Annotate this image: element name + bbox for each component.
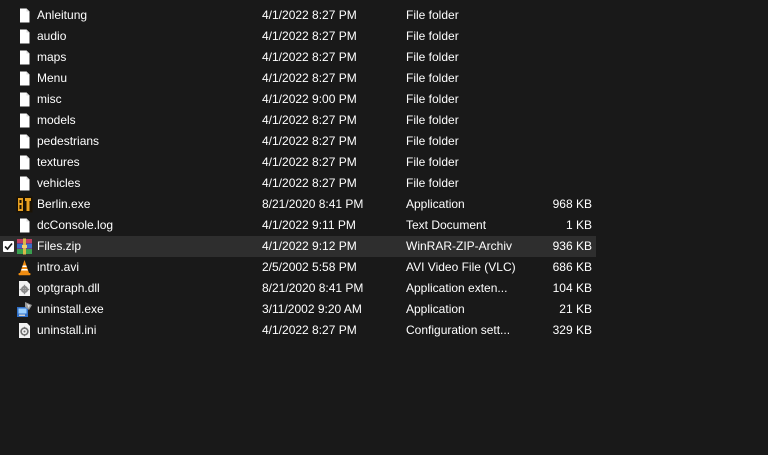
file-size: 686 KB — [552, 260, 592, 274]
file-row[interactable]: misc 4/1/2022 9:00 PM File folder — [0, 89, 596, 110]
file-name: dcConsole.log — [37, 218, 114, 232]
file-row[interactable]: models 4/1/2022 8:27 PM File folder — [0, 110, 596, 131]
document-icon — [16, 49, 33, 66]
file-type: File folder — [406, 8, 459, 22]
file-row[interactable]: uninstall.exe 3/11/2002 9:20 AM Applicatio… — [0, 299, 596, 320]
file-type: File folder — [406, 29, 459, 43]
uninstaller-icon — [16, 301, 33, 318]
berlin-app-icon — [16, 196, 33, 213]
file-name: intro.avi — [37, 260, 80, 274]
file-date-modified: 4/1/2022 8:27 PM — [262, 323, 357, 337]
file-date-modified: 4/1/2022 8:27 PM — [262, 8, 357, 22]
file-date-modified: 4/1/2022 9:00 PM — [262, 92, 357, 106]
file-size: 21 KB — [559, 302, 592, 316]
file-name: maps — [37, 50, 67, 64]
document-icon — [16, 28, 33, 45]
file-date-modified: 4/1/2022 8:27 PM — [262, 71, 357, 85]
file-name: pedestrians — [37, 134, 100, 148]
dll-gear-icon — [16, 280, 33, 297]
file-type: File folder — [406, 176, 459, 190]
file-date-modified: 4/1/2022 8:27 PM — [262, 29, 357, 43]
file-type: File folder — [406, 134, 459, 148]
file-date-modified: 8/21/2020 8:41 PM — [262, 281, 364, 295]
file-row[interactable]: Menu 4/1/2022 8:27 PM File folder — [0, 68, 596, 89]
file-name: optgraph.dll — [37, 281, 100, 295]
file-size: 329 KB — [552, 323, 592, 337]
file-type: Application — [406, 302, 465, 316]
file-type: File folder — [406, 92, 459, 106]
file-size: 936 KB — [552, 239, 592, 253]
file-size: 104 KB — [552, 281, 592, 295]
file-row[interactable]: Anleitung 4/1/2022 8:27 PM File folder — [0, 5, 596, 26]
file-name: Anleitung — [37, 8, 88, 22]
file-size: 968 KB — [552, 197, 592, 211]
document-icon — [16, 112, 33, 129]
file-name: models — [37, 113, 76, 127]
document-icon — [16, 70, 33, 87]
file-type: WinRAR-ZIP-Archiv — [406, 239, 513, 253]
file-type: Application — [406, 197, 465, 211]
file-date-modified: 4/1/2022 9:11 PM — [262, 218, 356, 232]
file-date-modified: 4/1/2022 8:27 PM — [262, 134, 357, 148]
file-row[interactable]: pedestrians 4/1/2022 8:27 PM File folder — [0, 131, 596, 152]
file-type: File folder — [406, 113, 459, 127]
file-row[interactable]: textures 4/1/2022 8:27 PM File folder — [0, 152, 596, 173]
file-date-modified: 3/11/2002 9:20 AM — [262, 302, 362, 316]
file-row[interactable]: optgraph.dll 8/21/2020 8:41 PM Application… — [0, 278, 596, 299]
file-type: File folder — [406, 71, 459, 85]
file-date-modified: 4/1/2022 8:27 PM — [262, 113, 357, 127]
file-row[interactable]: maps 4/1/2022 8:27 PM File folder — [0, 47, 596, 68]
file-type: File folder — [406, 50, 459, 64]
file-name: textures — [37, 155, 80, 169]
file-name: misc — [37, 92, 62, 106]
document-icon — [16, 133, 33, 150]
ini-settings-icon — [16, 322, 33, 339]
file-name: uninstall.exe — [37, 302, 104, 316]
document-icon — [16, 175, 33, 192]
file-name: Files.zip — [37, 239, 82, 253]
file-name: Berlin.exe — [37, 197, 91, 211]
file-date-modified: 4/1/2022 8:27 PM — [262, 50, 357, 64]
file-row[interactable]: uninstall.ini 4/1/2022 8:27 PM Configurati… — [0, 320, 596, 341]
file-type: Text Document — [406, 218, 487, 232]
file-row[interactable]: Berlin.exe 8/21/2020 8:41 PM Application 96… — [0, 194, 596, 215]
document-icon — [16, 154, 33, 171]
file-type: AVI Video File (VLC) — [406, 260, 516, 274]
file-name: Menu — [37, 71, 68, 85]
file-name: audio — [37, 29, 67, 43]
file-date-modified: 8/21/2020 8:41 PM — [262, 197, 364, 211]
file-row[interactable]: Files.zip 4/1/2022 9:12 PM WinRAR-ZIP-Arch… — [0, 236, 596, 257]
selection-checkbox[interactable] — [3, 241, 14, 252]
winrar-archive-icon — [16, 238, 33, 255]
file-row[interactable]: vehicles 4/1/2022 8:27 PM File folder — [0, 173, 596, 194]
file-type: Application exten... — [406, 281, 508, 295]
file-name: vehicles — [37, 176, 81, 190]
file-date-modified: 2/5/2002 5:58 PM — [262, 260, 357, 274]
document-icon — [16, 7, 33, 24]
file-row[interactable]: audio 4/1/2022 8:27 PM File folder — [0, 26, 596, 47]
document-icon — [16, 91, 33, 108]
file-row[interactable]: dcConsole.log 4/1/2022 9:11 PM Text Docume… — [0, 215, 596, 236]
file-type: File folder — [406, 155, 459, 169]
file-type: Configuration sett... — [406, 323, 511, 337]
file-list: Anleitung 4/1/2022 8:27 PM File folder audi… — [0, 5, 768, 341]
file-date-modified: 4/1/2022 8:27 PM — [262, 155, 357, 169]
file-size: 1 KB — [565, 218, 592, 232]
vlc-cone-icon — [16, 259, 33, 276]
document-icon — [16, 217, 33, 234]
file-date-modified: 4/1/2022 9:12 PM — [262, 239, 357, 253]
file-date-modified: 4/1/2022 8:27 PM — [262, 176, 357, 190]
file-name: uninstall.ini — [37, 323, 97, 337]
file-row[interactable]: intro.avi 2/5/2002 5:58 PM AVI Video File … — [0, 257, 596, 278]
